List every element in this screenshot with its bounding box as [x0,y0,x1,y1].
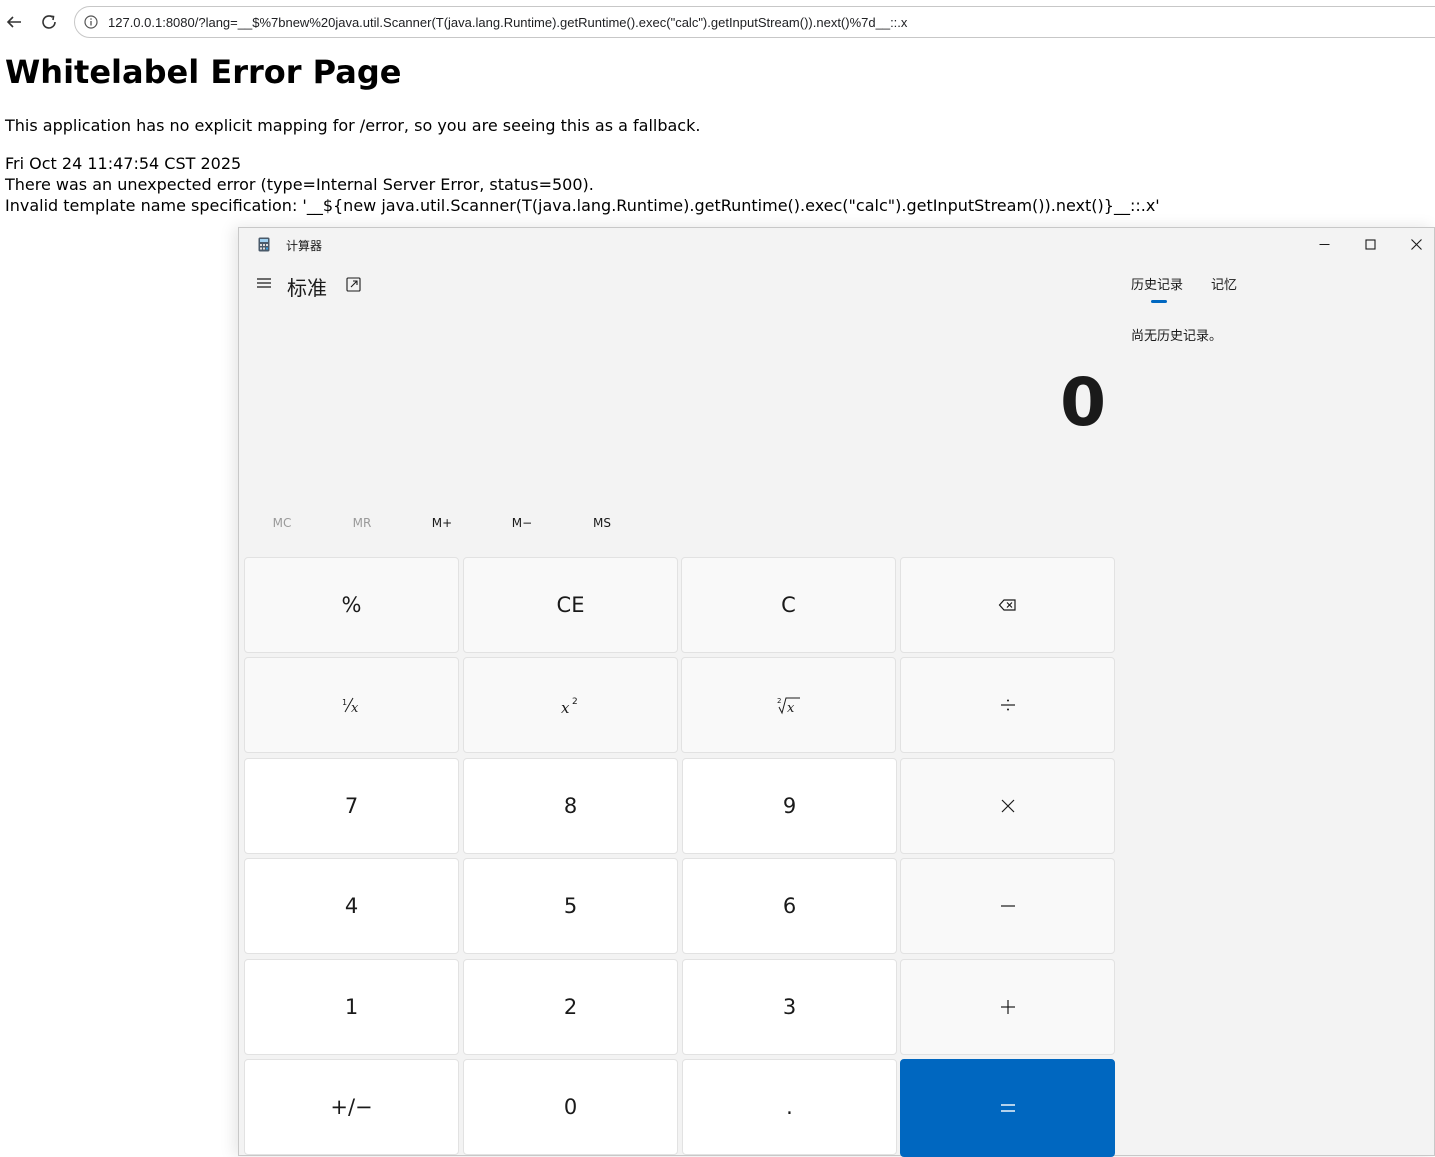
navigation-menu-icon[interactable] [255,276,273,290]
add-button[interactable] [900,959,1115,1055]
svg-text:1: 1 [342,698,347,707]
back-button[interactable] [1,9,27,35]
error-type: There was an unexpected error (type=Inte… [5,175,594,194]
divide-button[interactable] [900,657,1115,753]
subtract-button[interactable] [900,858,1115,954]
multiply-icon [1001,799,1014,813]
digit-3-button[interactable]: 3 [682,959,897,1055]
page-title: Whitelabel Error Page [5,53,402,91]
calculator-window: 计算器 标准 历史记录 记忆 尚无历史记录。 0 MC MR M+ M− MS … [238,227,1435,1157]
calculator-app-icon [258,237,270,252]
error-message: This application has no explicit mapping… [5,116,701,135]
memory-subtract-button[interactable]: M− [482,516,562,530]
minimize-button[interactable] [1301,228,1347,260]
digit-1-button[interactable]: 1 [244,959,459,1055]
tab-history[interactable]: 历史记录 [1131,274,1183,293]
memory-clear-button[interactable]: MC [242,516,322,530]
memory-add-button[interactable]: M+ [402,516,482,530]
clear-button[interactable]: C [681,557,896,653]
digit-4-button[interactable]: 4 [244,858,459,954]
equals-icon [1000,1104,1015,1112]
reciprocal-button[interactable]: 1x [244,657,459,753]
history-empty-text: 尚无历史记录。 [1131,329,1223,344]
digit-9-button[interactable]: 9 [682,758,897,854]
divide-icon [1000,699,1015,711]
reload-button[interactable] [36,9,62,35]
minus-icon [1000,905,1015,907]
square-root-button[interactable]: 2x [681,657,896,753]
square-button[interactable]: x2 [463,657,678,753]
maximize-button[interactable] [1347,228,1393,260]
digit-2-button[interactable]: 2 [463,959,678,1055]
error-detail: Invalid template name specification: '__… [5,196,1160,215]
error-page: Whitelabel Error Page This application h… [5,50,1160,215]
backspace-icon [998,599,1016,611]
back-arrow-icon [6,16,21,28]
error-timestamp: Fri Oct 24 11:47:54 CST 2025 [5,154,242,173]
site-info-icon[interactable] [84,15,98,29]
equals-button[interactable] [900,1059,1115,1157]
percent-button[interactable]: % [244,557,459,653]
window-title: 计算器 [286,239,323,253]
digit-5-button[interactable]: 5 [463,858,678,954]
address-bar[interactable]: 127.0.0.1:8080/?lang=__$%7bnew%20java.ut… [74,6,1435,38]
reload-icon [42,15,56,29]
plus-icon [1000,1000,1015,1014]
tab-memory[interactable]: 记忆 [1211,274,1237,293]
svg-text:x: x [787,701,795,715]
minimize-icon [1319,243,1329,245]
memory-store-button[interactable]: MS [562,516,642,530]
square-root-icon: 2x [777,697,800,715]
decimal-button[interactable]: . [682,1059,897,1155]
digit-6-button[interactable]: 6 [682,858,897,954]
maximize-icon [1364,238,1376,250]
multiply-button[interactable] [900,758,1115,854]
memory-recall-button[interactable]: MR [322,516,402,530]
digit-7-button[interactable]: 7 [244,758,459,854]
negate-button[interactable]: +/− [244,1059,459,1155]
close-icon [1410,238,1422,250]
reciprocal-icon: 1x [342,697,359,715]
mode-title: 标准 [287,276,327,300]
svg-text:2: 2 [777,697,781,705]
digit-0-button[interactable]: 0 [463,1059,678,1155]
title-bar[interactable]: 计算器 [239,228,1434,260]
digit-8-button[interactable]: 8 [463,758,678,854]
result-display: 0 [1060,364,1106,441]
square-icon: x2 [561,697,578,715]
error-details: Fri Oct 24 11:47:54 CST 2025 There was a… [5,153,1160,216]
clear-entry-button[interactable]: CE [463,557,678,653]
active-tab-indicator [1151,300,1167,303]
keep-on-top-icon[interactable] [346,277,361,292]
svg-text:x: x [561,699,570,715]
close-button[interactable] [1393,228,1435,260]
backspace-button[interactable] [900,557,1115,653]
svg-text:2: 2 [572,697,578,707]
browser-toolbar: 127.0.0.1:8080/?lang=__$%7bnew%20java.ut… [0,0,1435,44]
svg-text:x: x [351,701,359,715]
url-text: 127.0.0.1:8080/?lang=__$%7bnew%20java.ut… [108,15,908,30]
